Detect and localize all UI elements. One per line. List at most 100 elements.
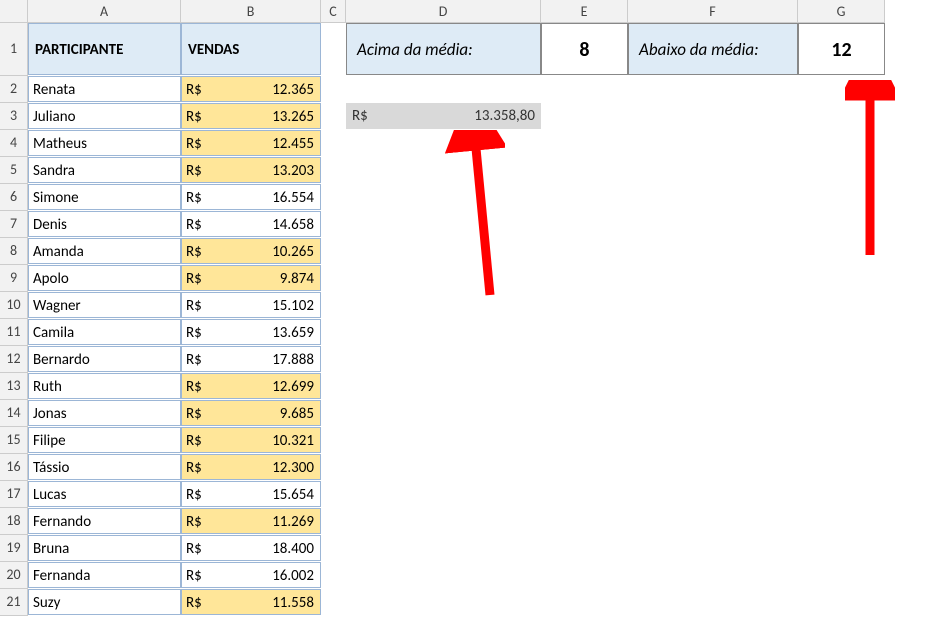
cell[interactable]	[798, 346, 885, 372]
vendas-cell[interactable]: R$12.699	[181, 373, 321, 399]
cell[interactable]	[346, 211, 541, 237]
vendas-cell[interactable]: R$12.365	[181, 76, 321, 102]
cell[interactable]	[798, 211, 885, 237]
vendas-cell[interactable]: R$16.554	[181, 184, 321, 210]
cell[interactable]	[628, 292, 798, 318]
participant-name-cell[interactable]: Denis	[28, 211, 181, 237]
cell[interactable]	[346, 184, 541, 210]
cell[interactable]	[798, 184, 885, 210]
cell[interactable]	[628, 508, 798, 534]
vendas-cell[interactable]: R$13.265	[181, 103, 321, 129]
cell[interactable]	[346, 319, 541, 345]
cell[interactable]	[798, 535, 885, 561]
vendas-cell[interactable]: R$13.659	[181, 319, 321, 345]
cell[interactable]	[798, 589, 885, 615]
vendas-cell[interactable]: R$10.321	[181, 427, 321, 453]
row-header[interactable]: 6	[0, 184, 28, 211]
vendas-cell[interactable]: R$13.203	[181, 157, 321, 183]
row-header[interactable]: 12	[0, 346, 28, 373]
cell[interactable]	[628, 562, 798, 588]
column-header[interactable]: A	[28, 0, 181, 23]
cell[interactable]	[541, 508, 628, 534]
column-header[interactable]: E	[541, 0, 628, 23]
cell[interactable]	[541, 481, 628, 507]
cell[interactable]	[798, 103, 885, 129]
cell[interactable]	[321, 238, 346, 264]
row-header[interactable]: 17	[0, 481, 28, 508]
cell[interactable]	[321, 76, 346, 102]
vendas-cell[interactable]: R$10.265	[181, 238, 321, 264]
cell[interactable]	[346, 346, 541, 372]
cell[interactable]	[321, 481, 346, 507]
participant-name-cell[interactable]: Filipe	[28, 427, 181, 453]
cell[interactable]	[541, 589, 628, 615]
row-header[interactable]: 9	[0, 265, 28, 292]
cell[interactable]	[321, 211, 346, 237]
column-header[interactable]: F	[628, 0, 798, 23]
cell[interactable]	[346, 427, 541, 453]
row-header[interactable]: 2	[0, 76, 28, 103]
cell[interactable]	[346, 481, 541, 507]
spreadsheet-grid[interactable]: ABCDEFG1PARTICIPANTEVENDASAcima da média…	[0, 0, 925, 616]
cell[interactable]	[628, 589, 798, 615]
cell[interactable]	[628, 454, 798, 480]
row-header[interactable]: 13	[0, 373, 28, 400]
cell[interactable]	[321, 157, 346, 183]
cell[interactable]	[346, 454, 541, 480]
cell[interactable]	[321, 103, 346, 129]
cell[interactable]	[798, 319, 885, 345]
cell[interactable]	[541, 319, 628, 345]
cell[interactable]	[628, 319, 798, 345]
cell[interactable]	[628, 481, 798, 507]
row-header[interactable]: 16	[0, 454, 28, 481]
cell[interactable]	[346, 535, 541, 561]
cell[interactable]	[321, 373, 346, 399]
row-header[interactable]: 1	[0, 23, 28, 76]
cell[interactable]	[321, 535, 346, 561]
row-header[interactable]: 21	[0, 589, 28, 616]
cell[interactable]	[541, 184, 628, 210]
select-all-corner[interactable]	[0, 0, 28, 23]
cell[interactable]	[628, 400, 798, 426]
participant-name-cell[interactable]: Simone	[28, 184, 181, 210]
participant-name-cell[interactable]: Juliano	[28, 103, 181, 129]
cell[interactable]	[798, 427, 885, 453]
cell[interactable]	[346, 292, 541, 318]
cell[interactable]	[798, 76, 885, 102]
cell[interactable]	[541, 76, 628, 102]
cell[interactable]	[346, 562, 541, 588]
participant-name-cell[interactable]: Bernardo	[28, 346, 181, 372]
row-header[interactable]: 5	[0, 157, 28, 184]
cell[interactable]	[628, 103, 798, 129]
row-header[interactable]: 10	[0, 292, 28, 319]
column-header[interactable]: C	[321, 0, 346, 23]
vendas-cell[interactable]: R$16.002	[181, 562, 321, 588]
above-average-label[interactable]: Acima da média:	[346, 23, 541, 75]
column-header[interactable]: B	[181, 0, 321, 23]
participant-name-cell[interactable]: Lucas	[28, 481, 181, 507]
cell[interactable]	[321, 184, 346, 210]
vendas-cell[interactable]: R$12.300	[181, 454, 321, 480]
cell[interactable]	[541, 400, 628, 426]
cell[interactable]	[798, 292, 885, 318]
cell[interactable]	[628, 184, 798, 210]
cell[interactable]	[798, 508, 885, 534]
cell[interactable]	[321, 319, 346, 345]
cell[interactable]	[346, 76, 541, 102]
vendas-cell[interactable]: R$9.874	[181, 265, 321, 291]
row-header[interactable]: 8	[0, 238, 28, 265]
participant-name-cell[interactable]: Fernando	[28, 508, 181, 534]
cell[interactable]	[628, 535, 798, 561]
cell[interactable]	[798, 238, 885, 264]
participant-name-cell[interactable]: Ruth	[28, 373, 181, 399]
cell[interactable]	[541, 265, 628, 291]
row-header[interactable]: 15	[0, 427, 28, 454]
cell[interactable]	[346, 157, 541, 183]
participant-name-cell[interactable]: Jonas	[28, 400, 181, 426]
cell[interactable]	[628, 427, 798, 453]
cell[interactable]	[321, 346, 346, 372]
cell[interactable]	[541, 292, 628, 318]
cell[interactable]	[346, 508, 541, 534]
cell[interactable]	[798, 562, 885, 588]
cell[interactable]	[321, 589, 346, 615]
